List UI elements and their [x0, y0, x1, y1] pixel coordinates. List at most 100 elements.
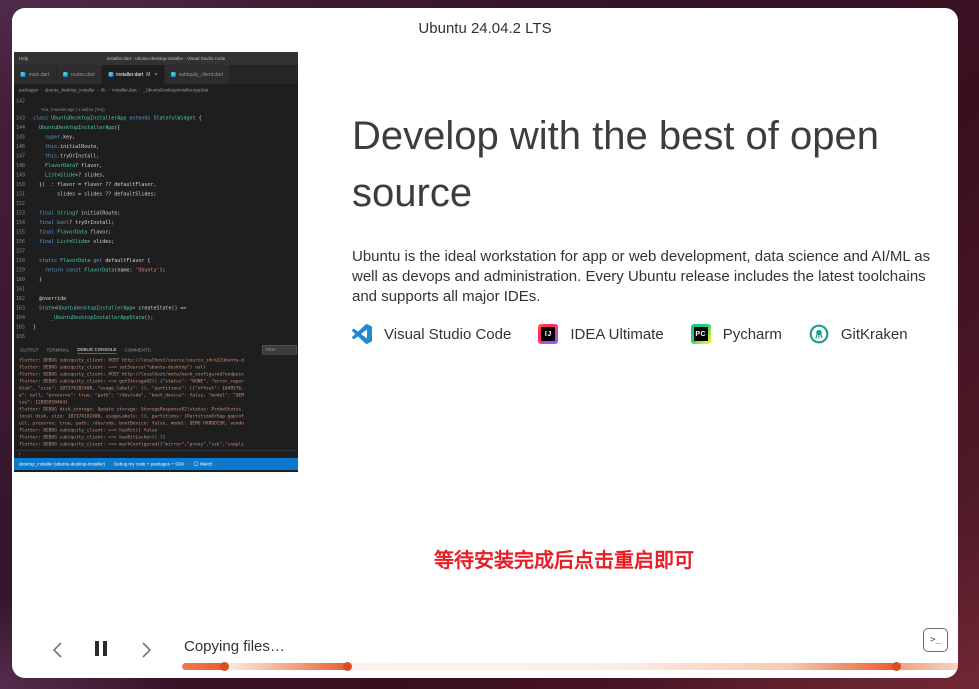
code-line: 155 final FlavorData flavor;	[14, 228, 298, 238]
console-line: flutter: DEBUG subiquity_client: POST ht…	[19, 357, 298, 364]
progress-dot	[220, 662, 229, 671]
code-line: 159 return const FlavorData(name: 'Ubunt…	[14, 266, 298, 276]
installer-window: Ubuntu 24.04.2 LTS Help installer.dart -…	[12, 8, 958, 678]
pycharm-badge: PC	[694, 327, 708, 341]
editor-tab: installer.dartM×	[102, 65, 165, 84]
slide-forward-button[interactable]	[136, 640, 156, 660]
panel-tab: DEBUG CONSOLE	[77, 347, 116, 354]
code-line: 165}	[14, 323, 298, 333]
tool-label: GitKraken	[841, 326, 908, 343]
vscode-icon	[352, 324, 372, 344]
watch-circle-icon	[193, 462, 198, 467]
dart-file-icon	[21, 72, 26, 77]
code-line: 156 final List<Slide> slides;	[14, 237, 298, 247]
progress-bar	[182, 663, 958, 670]
code-line: 152	[14, 199, 298, 209]
dart-file-icon	[171, 72, 176, 77]
console-line: local disk, size: 107374182400, usageLab…	[19, 413, 298, 420]
window-title: Ubuntu 24.04.2 LTS	[12, 20, 958, 37]
console-line: flutter: DEBUG subiquity_client: ==> has…	[19, 427, 298, 434]
tool-label: IDEA Ultimate	[570, 326, 663, 343]
vscode-status-bar: desktop_installer (ubuntu-desktop-instal…	[14, 458, 298, 470]
pycharm-icon: PC	[691, 324, 711, 344]
code-line: 160 }	[14, 275, 298, 285]
code-line: 147 this.tryOrInstall,	[14, 152, 298, 162]
restart-annotation: 等待安装完成后点击重启即可	[352, 544, 776, 573]
editor-tab: main.dart	[14, 65, 56, 84]
console-filter-box: Filter	[262, 345, 297, 355]
tool-label: Visual Studio Code	[384, 326, 511, 343]
code-line: 157	[14, 247, 298, 257]
dart-file-icon	[63, 72, 68, 77]
vscode-status-watch: Watch	[193, 462, 212, 467]
code-line: 154 final bool? tryOrInstall;	[14, 218, 298, 228]
codelens-annotation: You, 3 weeks ago | 1 author (You)	[14, 106, 298, 114]
vscode-screenshot: Help installer.dart - ubuntu-desktop-ins…	[14, 52, 298, 472]
code-line: 144 UbuntuDesktopInstallerApp({	[14, 123, 298, 133]
vscode-status-project: desktop_installer (ubuntu-desktop-instal…	[19, 462, 105, 467]
chevron-left-icon	[50, 641, 66, 659]
vscode-titlebar: Help installer.dart - ubuntu-desktop-ins…	[14, 52, 298, 65]
code-line: 146 this.initialRoute,	[14, 142, 298, 152]
vscode-mock: Help installer.dart - ubuntu-desktop-ins…	[14, 52, 298, 472]
console-line: ull, preserve: true, path: /dev/sda, boo…	[19, 420, 298, 427]
code-line: 161	[14, 285, 298, 295]
slideshow-pause-button[interactable]	[91, 640, 111, 660]
progress-dot	[343, 662, 352, 671]
vscode-tab-bar: main.dartroutes.dartinstaller.dartM×subi…	[14, 65, 298, 84]
idea-icon: IJ	[538, 324, 558, 344]
console-line: ize": 12885950464}	[19, 399, 298, 406]
tool-label: Pycharm	[723, 326, 782, 343]
vscode-console-prompt: ›	[14, 450, 298, 458]
console-line: disk", "size": 107374182400, "usage_labe…	[19, 385, 298, 392]
progress-dot	[892, 662, 901, 671]
install-status-text: Copying files…	[184, 638, 285, 655]
panel-tab: COMMENTS	[125, 348, 151, 353]
slide-heading: Develop with the best of open source	[352, 108, 958, 222]
dart-file-icon	[108, 72, 113, 77]
code-line: 142	[14, 97, 298, 107]
pause-icon	[93, 641, 109, 659]
panel-tab: TERMINAL	[47, 348, 70, 353]
vscode-panel-tabs: OUTPUT TERMINAL DEBUG CONSOLE COMMENTS Filte…	[14, 343, 298, 357]
code-line: 145 super.key,	[14, 133, 298, 143]
vscode-status-debug-config: Debug my code + packages + SDK	[114, 462, 184, 467]
code-line: 143class UbuntuDesktopInstallerApp exten…	[14, 114, 298, 124]
slide-body-text: Ubuntu is the ideal workstation for app …	[352, 247, 944, 307]
vscode-window-title: installer.dart - ubuntu-desktop-installe…	[34, 56, 298, 61]
tool-gitkraken: GitKraken	[809, 324, 908, 344]
code-line: 150 }) : flavor = flavor ?? defaultFlavo…	[14, 180, 298, 190]
console-line: flutter: DEBUG subiquity_client: ==> get…	[19, 378, 298, 385]
terminal-toggle-button[interactable]: >_	[923, 628, 948, 652]
terminal-icon: >_	[930, 635, 941, 645]
tool-visual-studio-code: Visual Studio Code	[352, 324, 511, 344]
code-line: 153 final String? initialRoute;	[14, 209, 298, 219]
code-line: 164 _UbuntuDesktopInstallerAppState();	[14, 313, 298, 323]
vscode-code-area: 142You, 3 weeks ago | 1 author (You)143c…	[14, 96, 298, 343]
slide-back-button[interactable]	[48, 640, 68, 660]
tools-row: Visual Studio Code IJ IDEA Ultimate PC P…	[352, 324, 908, 344]
console-line: flutter: DEBUG subiquity_client: ==> has…	[19, 434, 298, 441]
editor-tab: subiquity_client.dart	[164, 65, 230, 84]
idea-badge: IJ	[541, 327, 555, 341]
tool-pycharm: PC Pycharm	[691, 324, 782, 344]
chevron-right-icon	[138, 641, 154, 659]
panel-tab: OUTPUT	[20, 348, 39, 353]
vscode-help-menu: Help	[14, 56, 34, 61]
code-line: 151 slides = slides ?? defaultSlides;	[14, 190, 298, 200]
console-line: flutter: DEBUG disk_storage: Update stor…	[19, 406, 298, 413]
code-line: 163 State<UbuntuDesktopInstallerApp> cre…	[14, 304, 298, 314]
console-line: flutter: DEBUG subiquity_client: ==> mar…	[19, 441, 298, 448]
code-line: 158 static FlavorData get defaultFlavor …	[14, 256, 298, 266]
tool-idea-ultimate: IJ IDEA Ultimate	[538, 324, 663, 344]
code-line: 166	[14, 332, 298, 342]
code-line: 149 List<Slide>? slides,	[14, 171, 298, 181]
code-line: 148 FlavorData? flavor,	[14, 161, 298, 171]
editor-tab: routes.dart	[56, 65, 101, 84]
console-line: flutter: DEBUG subiquity_client: POST ht…	[19, 371, 298, 378]
gitkraken-icon	[809, 324, 829, 344]
console-line: flutter: DEBUG subiquity_client: ==> set…	[19, 364, 298, 371]
vscode-breadcrumb: packages›ubuntu_desktop_installer›lib›in…	[14, 84, 298, 96]
code-line: 162 @override	[14, 294, 298, 304]
vscode-debug-console: flutter: DEBUG subiquity_client: POST ht…	[14, 357, 298, 450]
